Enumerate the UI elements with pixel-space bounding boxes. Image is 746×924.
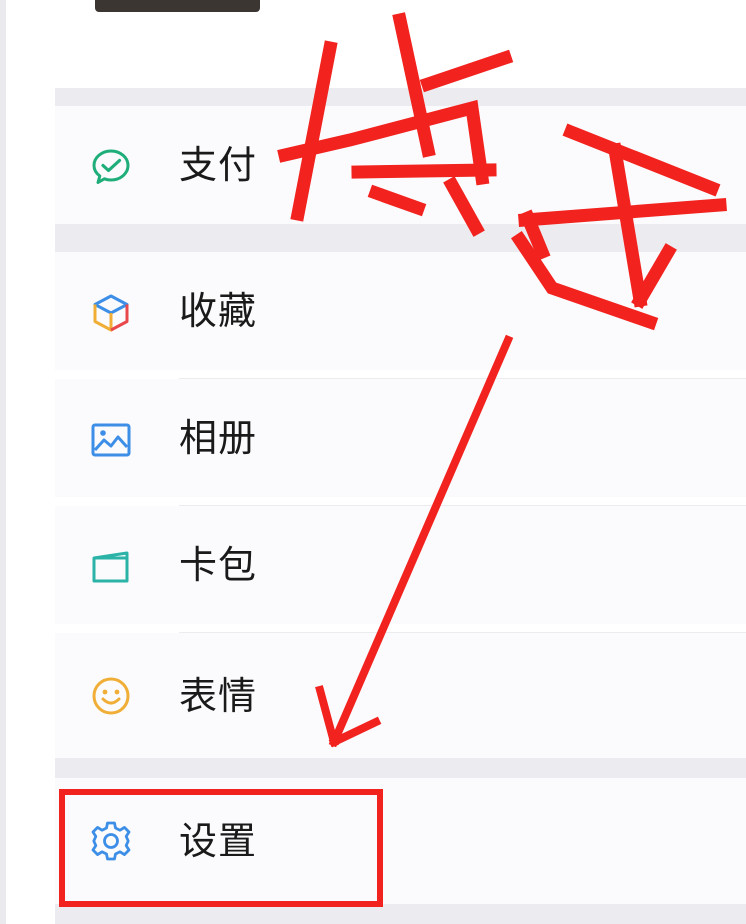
cube-icon (89, 291, 133, 335)
section-gap (55, 904, 746, 924)
menu-item-album-label: 相册 (179, 416, 258, 460)
me-tab-screen: 支付 收藏 相册 卡包 表情 设置 (0, 0, 746, 924)
smiley-icon (89, 674, 133, 718)
menu-item-favorites[interactable]: 收藏 (55, 252, 746, 370)
screen-edge (0, 0, 6, 924)
section-gap (55, 224, 746, 252)
menu-item-sticker[interactable]: 表情 (55, 633, 746, 758)
menu-item-cards[interactable]: 卡包 (55, 506, 746, 624)
menu-item-settings-label: 设置 (179, 819, 258, 863)
menu-item-album[interactable]: 相册 (55, 379, 746, 497)
section-gap (55, 88, 746, 106)
section-gap (55, 758, 746, 778)
menu-item-pay-label: 支付 (179, 143, 258, 187)
menu-item-settings[interactable]: 设置 (55, 778, 746, 904)
menu-item-favorites-label: 收藏 (179, 289, 258, 333)
wechat-pay-icon (89, 145, 133, 189)
menu-item-pay[interactable]: 支付 (55, 106, 746, 224)
annotation-text: 点击 (0, 0, 1, 1)
menu-item-sticker-label: 表情 (179, 674, 258, 718)
wallet-icon (89, 545, 133, 589)
image-icon (89, 418, 133, 462)
menu-item-cards-label: 卡包 (179, 543, 258, 587)
gear-icon (89, 819, 133, 863)
avatar[interactable] (95, 0, 260, 12)
